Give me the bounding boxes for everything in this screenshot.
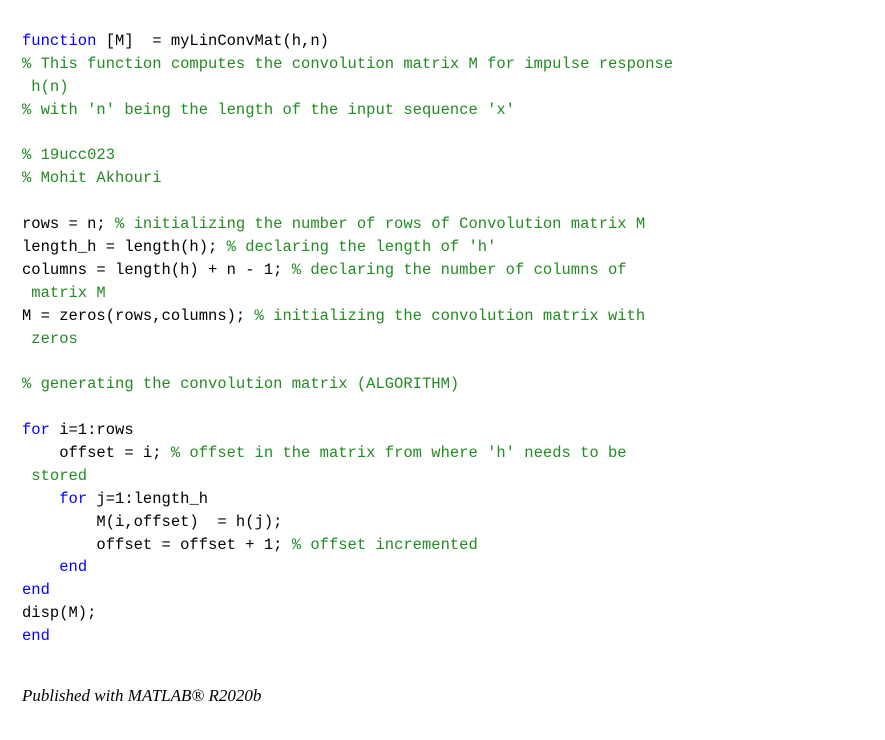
code-line: % Mohit Akhouri xyxy=(22,167,673,190)
code-line: stored xyxy=(22,465,673,488)
published-footer: Published with MATLAB® R2020b xyxy=(22,686,262,705)
code-keyword: end xyxy=(22,581,50,600)
code-line: % 19ucc023 xyxy=(22,144,673,167)
code-line: length_h = length(h); % declaring the le… xyxy=(22,236,673,259)
code-comment: matrix M xyxy=(22,283,106,302)
code-comment: % generating the convolution matrix (ALG… xyxy=(22,375,460,394)
code-line: % This function computes the convolution… xyxy=(22,53,673,76)
code-line: M = zeros(rows,columns); % initializing … xyxy=(22,305,673,328)
code-text: offset = offset + 1; xyxy=(22,535,292,554)
code-keyword: end xyxy=(59,558,88,577)
code-text: length_h = length(h); xyxy=(22,238,227,257)
code-line: rows = n; % initializing the number of r… xyxy=(22,213,673,236)
code-comment: stored xyxy=(22,466,88,485)
code-line: end xyxy=(22,579,673,602)
code-line: end xyxy=(22,625,673,648)
code-text: j=1:length_h xyxy=(87,489,209,508)
code-comment: % initializing the number of rows of Con… xyxy=(115,215,646,234)
code-line: for i=1:rows xyxy=(22,419,673,442)
code-comment: % 19ucc023 xyxy=(22,146,116,165)
code-line: offset = i; % offset in the matrix from … xyxy=(22,442,673,465)
code-comment: % Mohit Akhouri xyxy=(22,169,162,188)
code-line: offset = offset + 1; % offset incremente… xyxy=(22,534,673,557)
code-line: zeros xyxy=(22,328,673,351)
code-comment: % offset in the matrix from where 'h' ne… xyxy=(170,444,627,463)
code-text: [M] = myLinConvMat(h,n) xyxy=(96,32,329,50)
code-keyword: for xyxy=(22,421,50,440)
code-keyword: end xyxy=(22,627,50,646)
code-keyword: for xyxy=(59,489,88,508)
code-text: i=1:rows xyxy=(49,421,134,440)
code-comment: % with 'n' being the length of the input… xyxy=(22,100,515,119)
code-text: M(i,offset) = h(j); xyxy=(22,512,283,531)
code-comment: % initializing the convolution matrix wi… xyxy=(254,306,646,325)
code-text: M = zeros(rows,columns); xyxy=(22,306,255,325)
code-text: columns = length(h) + n - 1; xyxy=(22,260,292,279)
code-line: h(n) xyxy=(22,76,673,99)
code-text: disp(M); xyxy=(22,604,97,623)
code-line: matrix M xyxy=(22,282,673,305)
code-line: M(i,offset) = h(j); xyxy=(22,511,673,534)
code-comment: zeros xyxy=(22,329,78,348)
code-line: end xyxy=(22,556,673,579)
code-listing: function [M] = myLinConvMat(h,n)% This f… xyxy=(22,30,673,648)
code-line: columns = length(h) + n - 1; % declaring… xyxy=(22,259,673,282)
code-line: function [M] = myLinConvMat(h,n) xyxy=(22,30,673,53)
code-line: % with 'n' being the length of the input… xyxy=(22,99,673,122)
code-comment: % offset incremented xyxy=(291,535,478,554)
code-text: offset = i; xyxy=(22,444,171,463)
code-comment: h(n) xyxy=(22,77,69,96)
code-text: rows = n; xyxy=(22,215,116,234)
code-line: % generating the convolution matrix (ALG… xyxy=(22,373,673,396)
code-comment: % declaring the length of 'h' xyxy=(226,238,497,257)
code-comment: % This function computes the convolution… xyxy=(22,54,674,73)
code-comment: % declaring the number of columns of xyxy=(291,260,627,279)
code-line: for j=1:length_h xyxy=(22,488,673,511)
code-line: disp(M); xyxy=(22,602,673,625)
code-keyword: function xyxy=(22,32,97,50)
